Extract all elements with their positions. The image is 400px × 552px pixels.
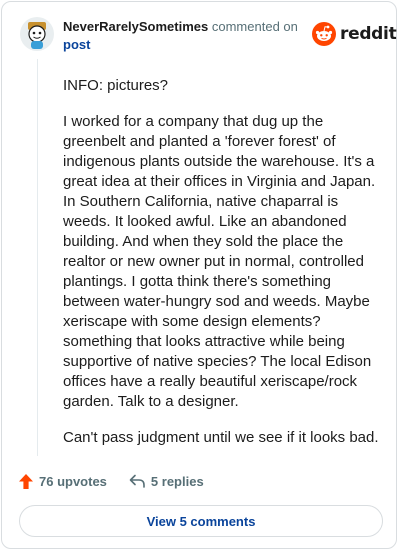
comment-paragraph: INFO: pictures? — [63, 77, 169, 94]
view-comments-label: View 5 comments — [146, 513, 256, 529]
post-link[interactable]: post — [63, 37, 90, 52]
thread-line — [37, 59, 38, 456]
comment-header: NeverRarelySometimes commented on post — [63, 18, 303, 54]
brand-name: reddit — [340, 24, 397, 44]
replies-button[interactable]: 5 replies — [129, 474, 204, 489]
upvote-arrow-icon — [19, 473, 33, 489]
comment-body: INFO: pictures? I worked for a company t… — [63, 76, 383, 464]
reddit-snoo-icon — [312, 22, 336, 46]
replies-count: 5 replies — [150, 473, 204, 489]
comment-actions: 76 upvotes 5 replies — [19, 471, 204, 491]
comment-paragraph: I worked for a company that dug up the g… — [63, 113, 376, 410]
upvote-button[interactable]: 76 upvotes — [19, 473, 107, 489]
author-username[interactable]: NeverRarelySometimes — [63, 19, 208, 34]
upvote-count: 76 upvotes — [39, 473, 107, 489]
comment-paragraph: Can't pass judgment until we see if it l… — [63, 429, 379, 446]
reply-arrow-icon — [129, 474, 145, 488]
avatar[interactable] — [20, 17, 54, 51]
reddit-logo[interactable]: reddit — [312, 21, 397, 47]
comment-card: NeverRarelySometimes commented on post r… — [1, 1, 397, 549]
action-text: commented on — [211, 19, 298, 34]
view-comments-button[interactable]: View 5 comments — [19, 505, 383, 537]
